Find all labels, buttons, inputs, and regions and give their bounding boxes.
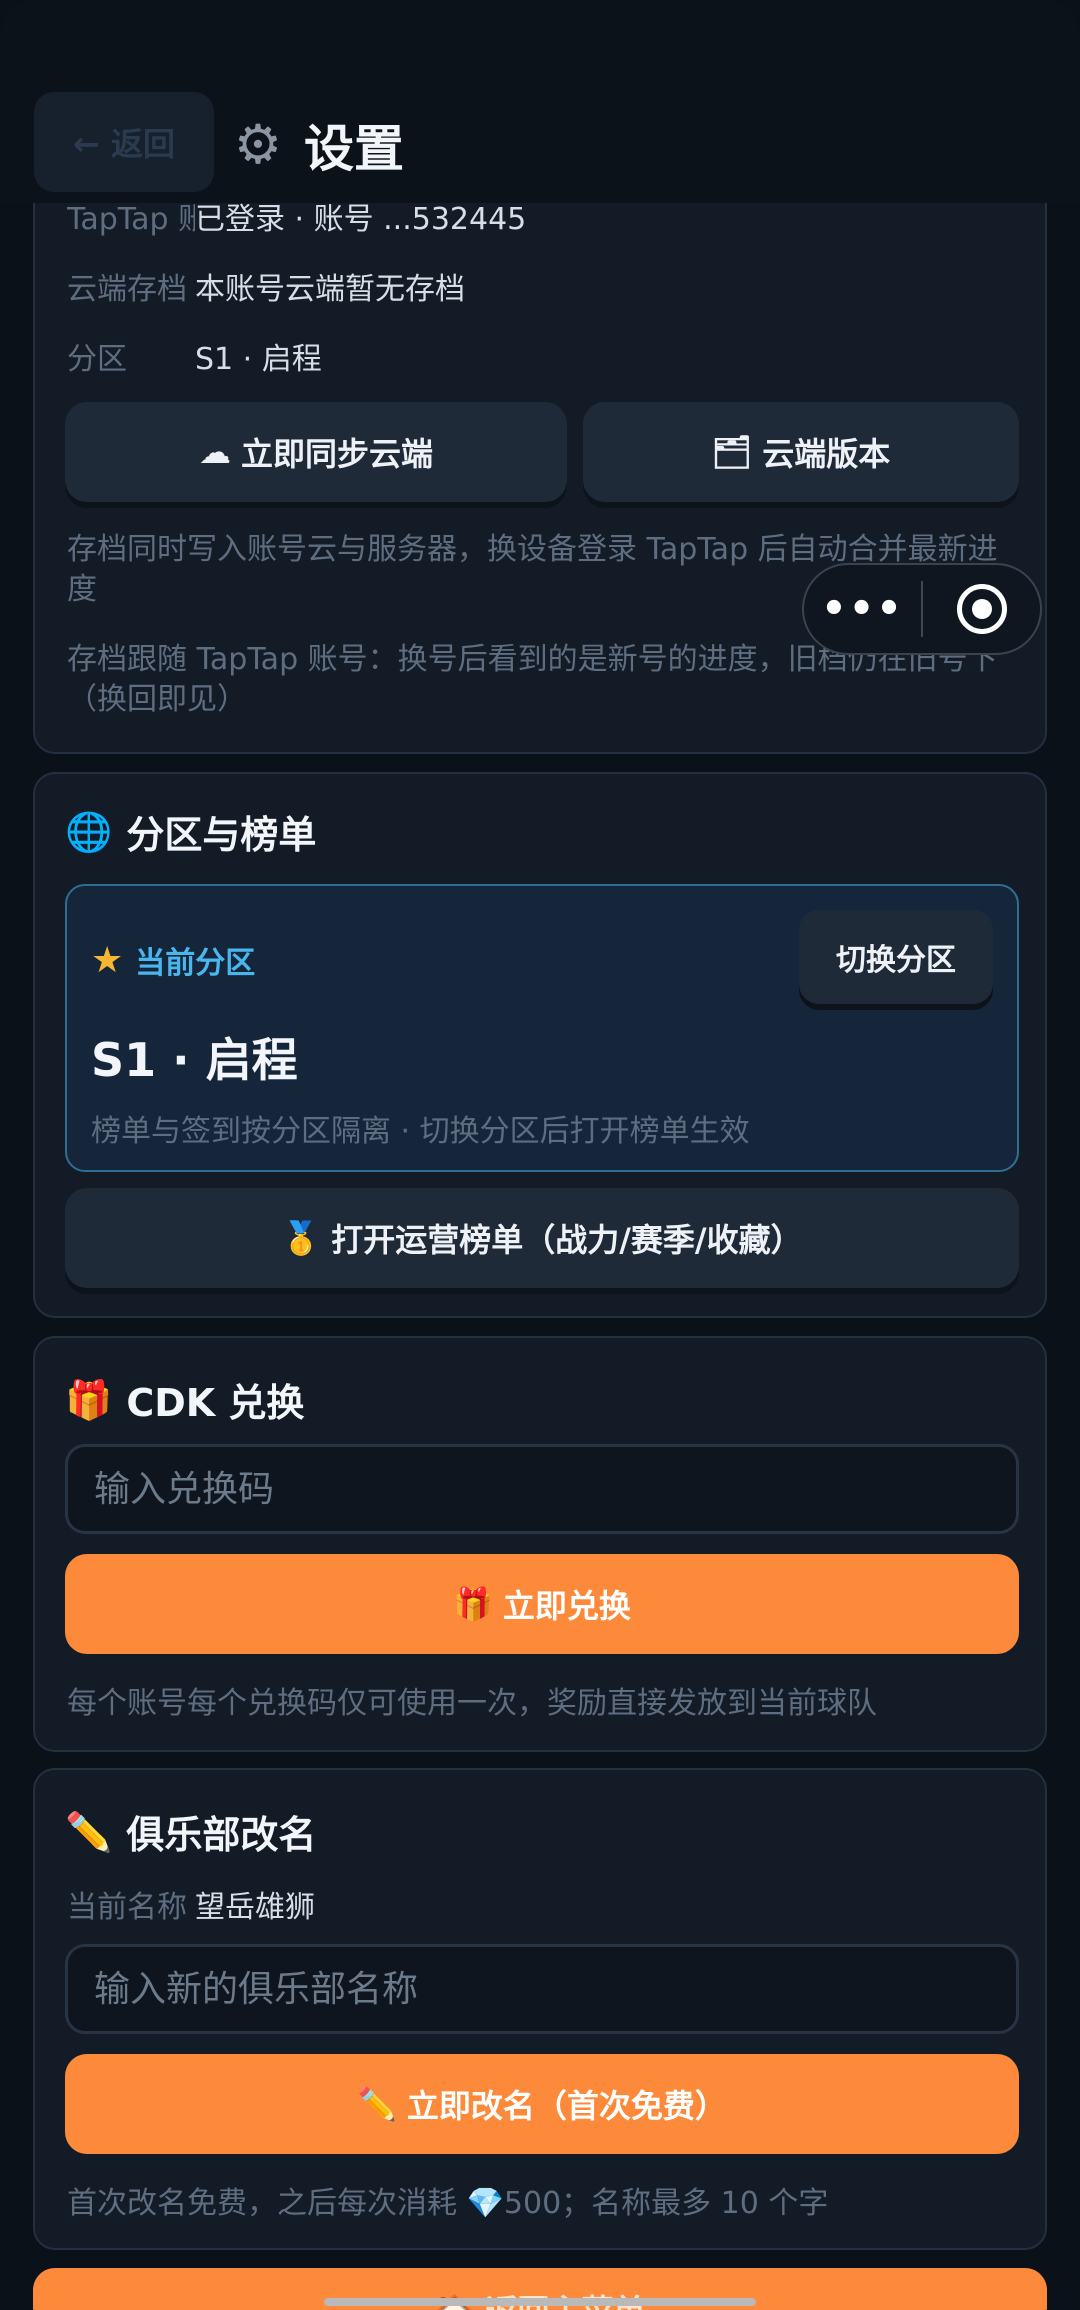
redeem-label: 立即兑换 [502,1587,631,1625]
zone-hint: 榜单与签到按分区隔离 · 切换分区后打开榜单生效 [91,1114,750,1149]
current-name-value: 望岳雄狮 [195,1890,315,1925]
rename-card-title-text: 俱乐部改名 [126,1813,317,1857]
zone-card-title: 🌐 分区与榜单 [65,804,316,859]
cloud-version-label: 云端版本 [762,435,891,473]
zone-card-title-text: 分区与榜单 [126,813,317,857]
rename-label: 立即改名（首次免费） [406,2087,727,2125]
gift-icon: 🎁 [65,1377,113,1422]
rename-note: 首次改名免费，之后每次消耗 💎500；名称最多 10 个字 [67,2186,829,2221]
current-zone-box: ★ 当前分区 切换分区 S1 · 启程 榜单与签到按分区隔离 · 切换分区后打开… [65,884,1019,1172]
cdk-card-title-text: CDK 兑换 [126,1381,305,1425]
zone-card: 🌐 分区与榜单 ★ 当前分区 切换分区 S1 · 启程 榜单与签到按分区隔离 ·… [33,772,1047,1318]
cloud-key: 云端存档 [67,272,187,307]
rename-button[interactable]: ✏️ 立即改名（首次免费） [65,2054,1019,2154]
folder-icon: 🗂 [711,433,753,471]
page-title: 设置 [304,120,404,178]
back-button[interactable]: ← 返回 [34,92,214,192]
rename-card-title: ✏️ 俱乐部改名 [65,1804,316,1859]
screen: ← 返回 ⚙ 设置 ••• TapTap 账号 已登录 · 账号 ...5324… [0,0,1080,2310]
open-leaderboard-button[interactable]: 🥇 打开运营榜单（战力/赛季/收藏） [65,1188,1019,1288]
cdk-card-title: 🎁 CDK 兑换 [65,1372,304,1427]
rename-card: ✏️ 俱乐部改名 当前名称 望岳雄狮 ✏️ 立即改名（首次免费） 首次改名免费，… [33,1768,1047,2250]
switch-zone-button[interactable]: 切换分区 [799,910,993,1004]
close-miniprogram-button[interactable] [923,584,1040,634]
title-group: ⚙ 设置 [230,110,404,180]
open-leaderboard-label: 打开运营榜单（战力/赛季/收藏） [331,1221,803,1259]
cloud-version-button[interactable]: 🗂 云端版本 [583,402,1019,502]
current-zone-name: S1 · 启程 [91,1033,298,1087]
cdk-note: 每个账号每个兑换码仅可使用一次，奖励直接发放到当前球队 [67,1686,877,1721]
globe-icon: 🌐 [65,809,113,854]
medal-icon: 🥇 [281,1219,322,1257]
gear-icon: ⚙ [233,113,283,176]
top-header: ← 返回 ⚙ 设置 [0,0,1080,203]
sync-cloud-button[interactable]: ☁ 立即同步云端 [65,402,567,502]
more-menu-button[interactable]: ••• [804,586,921,632]
current-zone-label: ★ 当前分区 [91,938,255,982]
capsule-menu: ••• [802,563,1042,655]
cloud-value: 本账号云端暂无存档 [195,272,465,307]
sync-cloud-label: 立即同步云端 [240,435,433,473]
pencil-icon: ✏️ [65,1809,113,1854]
cdk-code-input[interactable] [65,1444,1019,1534]
current-zone-label-text: 当前分区 [135,946,256,981]
target-icon [956,584,1007,634]
club-name-input[interactable] [65,1944,1019,2034]
cdk-card: 🎁 CDK 兑换 🎁 立即兑换 每个账号每个兑换码仅可使用一次，奖励直接发放到当… [33,1336,1047,1752]
redeem-button[interactable]: 🎁 立即兑换 [65,1554,1019,1654]
cloud-icon: ☁ [198,433,231,471]
cloud-save-card: TapTap 账号 已登录 · 账号 ...532445 云端存档 本账号云端暂… [33,150,1047,754]
redeem-gift-icon: 🎁 [453,1585,493,1623]
home-indicator [324,2298,756,2306]
cloud-row: 云端存档 本账号云端暂无存档 [67,264,465,308]
zone-row: 分区 S1 · 启程 [67,334,322,378]
current-name-key: 当前名称 [67,1890,187,1925]
star-icon: ★ [91,939,124,981]
zone-value: S1 · 启程 [195,342,322,377]
current-name-row: 当前名称 望岳雄狮 [67,1882,315,1926]
zone-key: 分区 [67,342,127,377]
rename-pencil-icon: ✏️ [357,2085,397,2123]
